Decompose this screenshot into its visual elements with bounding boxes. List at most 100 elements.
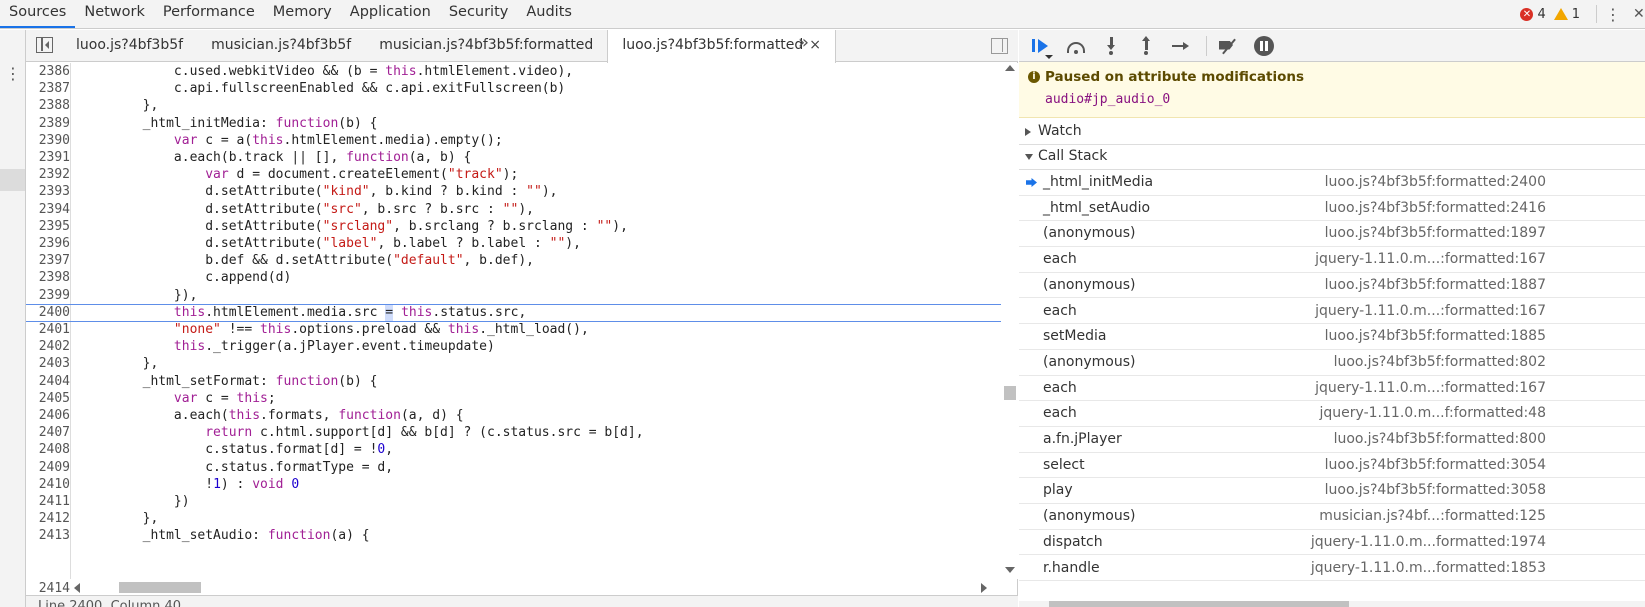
warning-counter[interactable]: 1 [1553,7,1580,22]
line-number[interactable]: 2399 [26,287,70,304]
toggle-navigator-icon[interactable] [36,37,53,53]
call-stack-section-header[interactable]: Call Stack [1019,144,1645,170]
line-number[interactable]: 2410 [26,476,70,493]
call-frame[interactable]: (anonymous) luoo.js?4bf3b5f:formatted:802 [1019,350,1645,376]
frame-location-link[interactable]: jquery-1.11.0.m...:formatted:167 [1315,380,1546,396]
line-number[interactable]: 2400 [26,305,70,321]
code-line[interactable]: 2406 a.each(this.formats, function(a, d)… [26,407,1018,424]
code-line[interactable]: 2397 b.def && d.setAttribute("default", … [26,252,1018,269]
code-line[interactable]: 2392 var d = document.createElement("tra… [26,166,1018,183]
frame-location-link[interactable]: luoo.js?4bf3b5f:formatted:1885 [1325,328,1546,344]
frame-location-link[interactable]: luoo.js?4bf3b5f:formatted:1897 [1325,225,1546,241]
horizontal-scrollbar[interactable] [70,579,1001,595]
step-out-icon[interactable] [1136,35,1156,56]
code-line[interactable]: 2396 d.setAttribute("label", b.label ? b… [26,235,1018,252]
more-tabs-icon[interactable]: » [798,32,809,53]
code-line[interactable]: 2388 }, [26,97,1018,114]
panel-tab-performance[interactable]: Performance [154,0,264,28]
call-frame-current[interactable]: _html_initMedia luoo.js?4bf3b5f:formatted… [1019,170,1645,196]
call-frame[interactable]: select luoo.js?4bf3b5f:formatted:3054 [1019,453,1645,479]
panel-tab-sources[interactable]: Sources [0,0,76,28]
pause-on-exceptions-icon[interactable] [1254,35,1274,56]
code-line[interactable]: 2413 _html_setAudio: function(a) { [26,527,1018,544]
line-number[interactable]: 2413 [26,527,70,544]
code-line[interactable]: 2408 c.status.format[d] = !0, [26,441,1018,458]
close-devtools-icon[interactable]: ✕ [1633,6,1645,22]
line-number[interactable]: 2392 [26,166,70,183]
call-frame[interactable]: r.handle jquery-1.11.0.m...formatted:1853 [1019,556,1645,582]
call-frame[interactable]: play luoo.js?4bf3b5f:formatted:3058 [1019,478,1645,505]
frame-location-link[interactable]: jquery-1.11.0.m...:formatted:167 [1315,251,1546,267]
call-frame[interactable]: each jquery-1.11.0.m...:formatted:167 [1019,247,1645,273]
step-into-icon[interactable] [1101,36,1121,56]
frame-location-link[interactable]: jquery-1.11.0.m...formatted:1974 [1311,534,1546,550]
code-line[interactable]: 2394 d.setAttribute("src", b.src ? b.src… [26,201,1018,218]
line-number[interactable]: 2396 [26,235,70,252]
frame-location-link[interactable]: jquery-1.11.0.m...f:formatted:48 [1320,405,1546,421]
code-line[interactable]: 2395 d.setAttribute("srclang", b.srclang… [26,218,1018,235]
code-line[interactable]: 2402 this._trigger(a.jPlayer.event.timeu… [26,338,1018,355]
line-number[interactable]: 2408 [26,441,70,458]
call-frame[interactable]: a.fn.jPlayer luoo.js?4bf3b5f:formatted:80… [1019,427,1645,453]
frame-location-link[interactable]: jquery-1.11.0.m...:formatted:167 [1315,303,1546,319]
line-number[interactable]: 2388 [26,97,70,114]
call-frame[interactable]: dispatch jquery-1.11.0.m...formatted:1974 [1019,530,1645,556]
line-number[interactable]: 2395 [26,218,70,235]
call-frame[interactable]: setMedia luoo.js?4bf3b5f:formatted:1885 [1019,324,1645,350]
sidebar-horizontal-scrollbar[interactable] [1019,601,1645,607]
watch-section-header[interactable]: Watch [1019,119,1645,145]
line-number[interactable]: 2412 [26,510,70,527]
code-line[interactable]: 2401 "none" !== this.options.preload && … [26,321,1018,338]
call-frame[interactable]: (anonymous) musician.js?4bf...:formatted:… [1019,504,1645,530]
step-over-icon[interactable] [1066,36,1086,56]
call-frame[interactable]: (anonymous) luoo.js?4bf3b5f:formatted:188… [1019,273,1645,299]
code-area[interactable]: 2386 c.used.webkitVideo && (b = this.htm… [26,63,1018,579]
call-frame[interactable]: each jquery-1.11.0.m...:formatted:167 [1019,376,1645,402]
deactivate-breakpoints-icon[interactable] [1219,36,1239,56]
line-number[interactable]: 2402 [26,338,70,355]
line-number[interactable]: 2411 [26,493,70,510]
panel-tab-security[interactable]: Security [440,0,518,28]
code-line[interactable]: 2404 _html_setFormat: function(b) { [26,373,1018,390]
line-number[interactable]: 2409 [26,459,70,476]
frame-location-link[interactable]: luoo.js?4bf3b5f:formatted:2416 [1325,200,1546,216]
frame-location-link[interactable]: musician.js?4bf...:formatted:125 [1319,508,1546,524]
line-number[interactable]: 2405 [26,390,70,407]
close-tab-icon[interactable]: × [809,37,821,53]
line-number[interactable]: 2407 [26,424,70,441]
scroll-up-arrow-icon[interactable] [1005,65,1015,71]
line-number[interactable]: 2387 [26,80,70,97]
frame-location-link[interactable]: luoo.js?4bf3b5f:formatted:2400 [1325,174,1546,190]
navigator-menu-icon[interactable]: ⋮ [5,64,21,83]
file-tab[interactable]: musician.js?4bf3b5f:formatted [365,30,607,62]
code-line[interactable]: 2407 return c.html.support[d] && b[d] ? … [26,424,1018,441]
toggle-debugger-icon[interactable] [991,38,1008,54]
panel-tab-network[interactable]: Network [75,0,154,28]
line-number[interactable]: 2401 [26,321,70,338]
file-tab[interactable]: musician.js?4bf3b5f [197,30,365,62]
panel-tab-memory[interactable]: Memory [264,0,341,28]
line-number[interactable]: 2393 [26,183,70,200]
line-number[interactable]: 2391 [26,149,70,166]
scroll-thumb[interactable] [119,582,201,593]
resume-icon[interactable] [1031,36,1053,59]
code-line[interactable]: 2389 _html_initMedia: function(b) { [26,115,1018,132]
code-line[interactable]: 2412 }, [26,510,1018,527]
scroll-left-arrow-icon[interactable] [74,583,80,593]
panel-tab-application[interactable]: Application [341,0,440,28]
file-tab[interactable]: luoo.js?4bf3b5f [62,30,197,62]
paused-node-link[interactable]: audio#jp_audio_0 [1045,92,1170,107]
line-number[interactable]: 2398 [26,269,70,286]
frame-location-link[interactable]: luoo.js?4bf3b5f:formatted:802 [1334,354,1546,370]
vertical-scrollbar[interactable] [1001,63,1018,579]
panel-tab-audits[interactable]: Audits [517,0,581,28]
code-line[interactable]: 2387 c.api.fullscreenEnabled && c.api.ex… [26,80,1018,97]
step-icon[interactable] [1171,36,1191,56]
code-line[interactable]: 2399 }), [26,287,1018,304]
frame-location-link[interactable]: jquery-1.11.0.m...formatted:1853 [1311,560,1546,576]
more-options-icon[interactable]: ⋮ [1605,5,1621,24]
code-line[interactable]: 2390 var c = a(this.htmlElement.media).e… [26,132,1018,149]
frame-location-link[interactable]: luoo.js?4bf3b5f:formatted:3058 [1325,482,1546,498]
line-number[interactable]: 2386 [26,63,70,80]
line-number[interactable]: 2406 [26,407,70,424]
